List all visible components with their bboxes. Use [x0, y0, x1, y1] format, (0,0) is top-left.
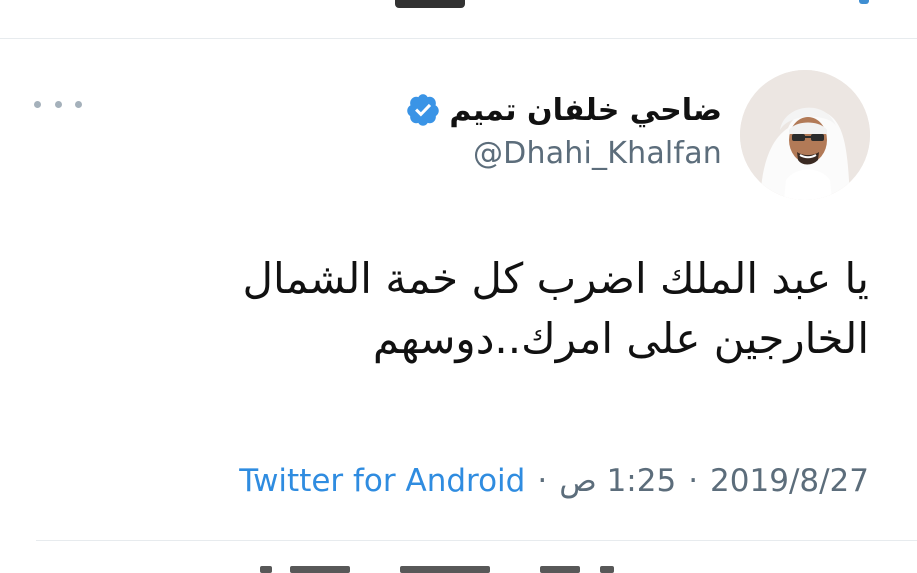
author-handle[interactable]: @Dhahi_Khalfan	[473, 136, 722, 171]
tweet-body: يا عبد الملك اضرب كل خمة الشمال الخارجين…	[49, 249, 869, 369]
previous-tweet-fragment	[0, 0, 917, 39]
more-dot	[54, 100, 62, 108]
meta-separator: ·	[688, 463, 699, 499]
tweet-date[interactable]: 2019/8/27	[710, 463, 869, 499]
tweet-text-line: يا عبد الملك اضرب كل خمة الشمال	[242, 254, 869, 303]
avatar[interactable]	[740, 70, 870, 200]
author-display-name[interactable]: ضاحي خلفان تميم	[449, 93, 722, 128]
tweet-text-line: الخارجين على امرك..دوسهم	[372, 314, 869, 363]
tweet-card[interactable]: ضاحي خلفان تميم @Dhahi_Khalfan يا عبد ال…	[0, 39, 917, 531]
cropped-icon-fragment	[859, 0, 869, 4]
tweet-source-link[interactable]: Twitter for Android	[239, 463, 525, 499]
meta-separator: ·	[537, 463, 548, 499]
more-dot	[75, 100, 82, 108]
avatar-portrait-image	[740, 70, 870, 200]
more-dot	[34, 100, 41, 108]
verified-badge-icon	[407, 94, 440, 126]
tweet-meta: Twitter for Android · 1:25 ص · 2019/8/27	[239, 463, 869, 499]
cropped-text-fragment	[395, 0, 465, 8]
divider	[36, 540, 917, 541]
tweet-time[interactable]: 1:25 ص	[559, 463, 676, 499]
screenshot-page: ضاحي خلفان تميم @Dhahi_Khalfan يا عبد ال…	[0, 0, 917, 573]
author-name-row[interactable]: ضاحي خلفان تميم	[405, 89, 722, 131]
more-horizontal-icon[interactable]	[34, 92, 82, 116]
next-row-fragment	[260, 566, 660, 573]
